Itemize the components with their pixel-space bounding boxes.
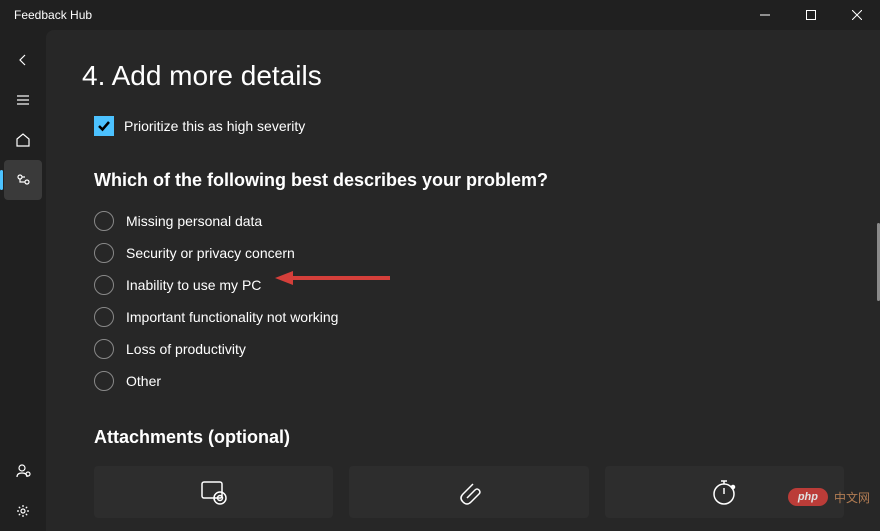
sidebar-item-settings[interactable] [0,491,46,531]
hamburger-menu-button[interactable] [0,80,46,120]
close-button[interactable] [834,0,880,30]
content-area: 4. Add more details Prioritize this as h… [46,30,880,531]
checkmark-icon [97,119,111,133]
radio-label: Inability to use my PC [126,277,261,293]
sidebar-bottom [0,451,46,531]
radio-label: Loss of productivity [126,341,246,357]
radio-button[interactable] [94,371,114,391]
back-button[interactable] [0,40,46,80]
attachments-title: Attachments (optional) [94,427,844,448]
stopwatch-icon [708,476,740,508]
priority-checkbox-row[interactable]: Prioritize this as high severity [94,116,844,136]
window-title: Feedback Hub [14,8,92,22]
attachment-cards [94,466,844,518]
titlebar: Feedback Hub [0,0,880,30]
watermark: php 中文网 [788,488,870,506]
sidebar-item-feedback[interactable] [4,160,42,200]
radio-label: Security or privacy concern [126,245,295,261]
radio-label: Important functionality not working [126,309,338,325]
priority-checkbox-label: Prioritize this as high severity [124,118,305,134]
maximize-button[interactable] [788,0,834,30]
radio-button[interactable] [94,243,114,263]
app-body: 4. Add more details Prioritize this as h… [0,30,880,531]
radio-option-functionality[interactable]: Important functionality not working [94,307,844,327]
attachment-screenshot-card[interactable] [94,466,333,518]
screenshot-icon [198,476,230,508]
radio-option-productivity[interactable]: Loss of productivity [94,339,844,359]
window-controls [742,0,880,30]
attachment-file-card[interactable] [349,466,588,518]
problem-radio-group: Missing personal data Security or privac… [94,211,844,391]
sidebar-item-home[interactable] [0,120,46,160]
radio-button[interactable] [94,307,114,327]
sidebar [0,30,46,531]
radio-label: Other [126,373,161,389]
radio-option-missing-data[interactable]: Missing personal data [94,211,844,231]
watermark-text: 中文网 [834,489,870,506]
minimize-button[interactable] [742,0,788,30]
radio-option-inability[interactable]: Inability to use my PC [94,275,844,295]
sidebar-top [0,40,46,200]
question-title: Which of the following best describes yo… [94,170,844,191]
radio-button[interactable] [94,339,114,359]
watermark-badge: php [788,488,828,506]
radio-label: Missing personal data [126,213,262,229]
priority-checkbox[interactable] [94,116,114,136]
radio-button[interactable] [94,275,114,295]
radio-option-other[interactable]: Other [94,371,844,391]
radio-button[interactable] [94,211,114,231]
attachment-icon [453,476,485,508]
radio-option-security[interactable]: Security or privacy concern [94,243,844,263]
sidebar-item-account[interactable] [0,451,46,491]
section-title: 4. Add more details [82,60,844,92]
